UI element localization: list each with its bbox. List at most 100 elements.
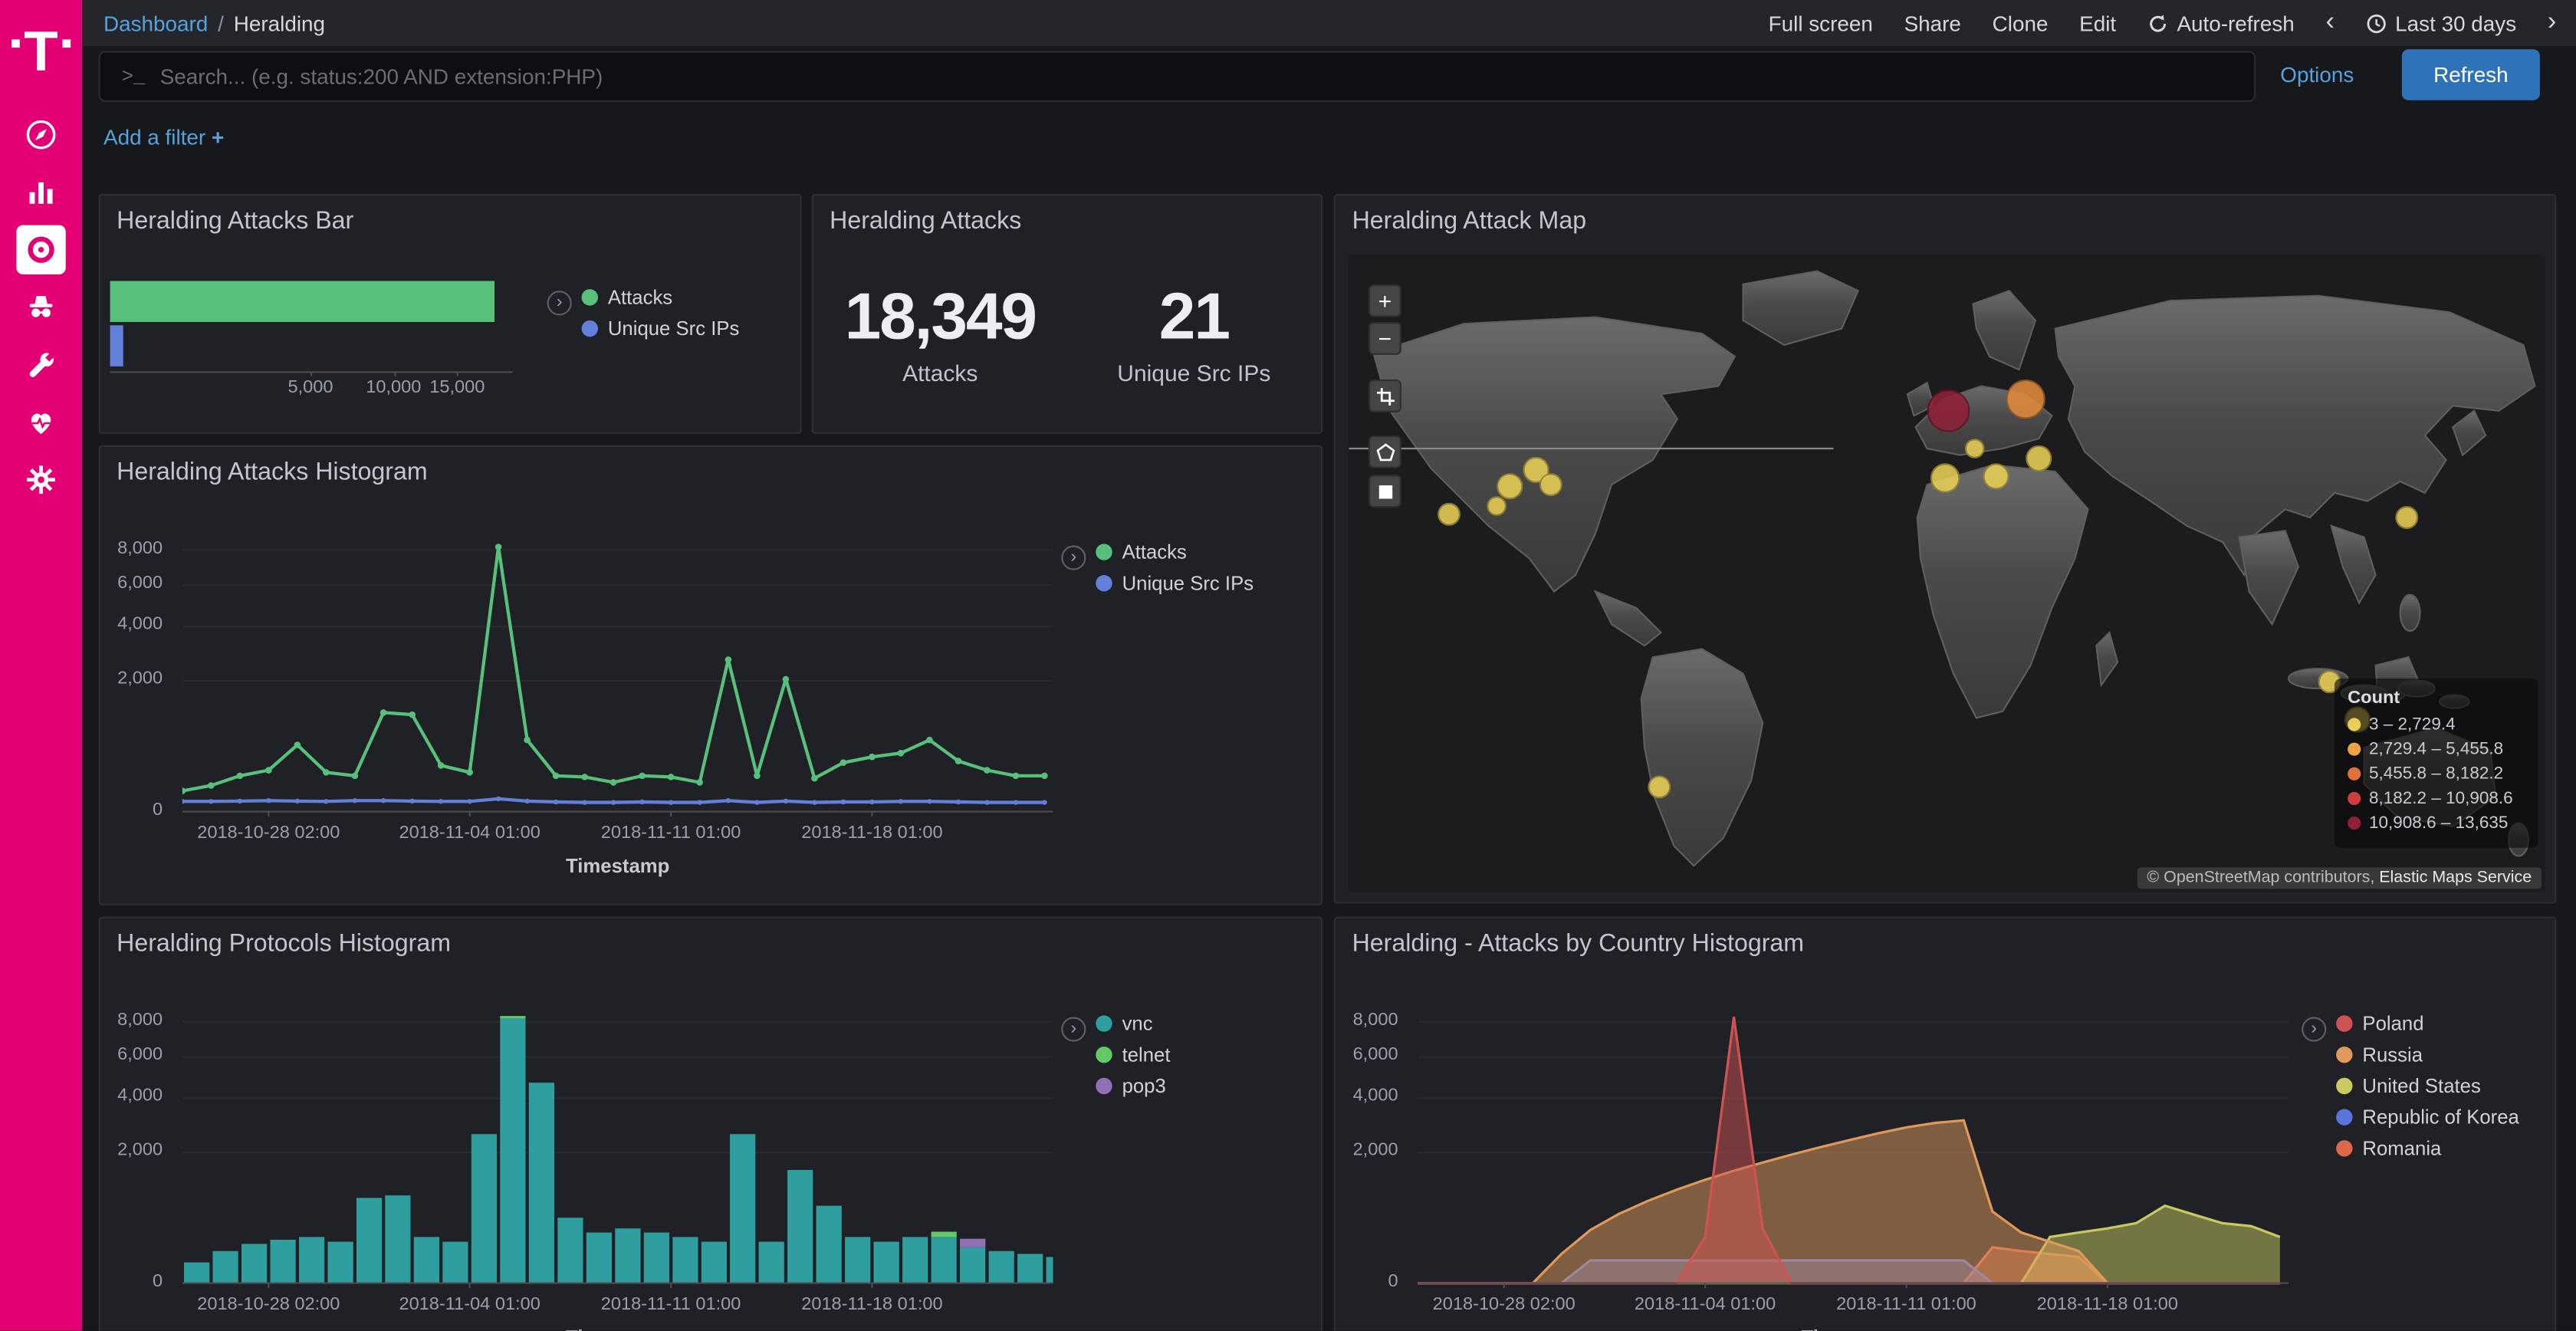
add-filter-link[interactable]: Add a filter +: [104, 125, 224, 150]
auto-refresh-button[interactable]: Auto-refresh: [2147, 11, 2295, 35]
refresh-button[interactable]: Refresh: [2402, 49, 2540, 100]
map-legend-color-dot: [2348, 792, 2361, 805]
legend-item-republic-of-korea[interactable]: Republic of Korea: [2336, 1106, 2519, 1129]
breadcrumb-separator: /: [218, 11, 224, 35]
map-legend-color-dot: [2348, 817, 2361, 830]
kibana-dashboard: T: [0, 0, 2576, 1331]
map-attack-point[interactable]: [1539, 474, 1562, 497]
wrench-icon: [25, 347, 58, 380]
sidebar-item-spy[interactable]: [0, 278, 82, 335]
panel-title: Heralding Protocols Histogram: [100, 919, 1321, 969]
map-attack-point[interactable]: [2396, 506, 2419, 529]
legend-item-telnet[interactable]: telnet: [1096, 1043, 1170, 1066]
search-input[interactable]: [160, 64, 2254, 89]
top-navbar: Dashboard / Heralding Full screen Share …: [82, 0, 2576, 46]
time-forward-chevron[interactable]: ›: [2548, 10, 2556, 36]
options-link[interactable]: Options: [2280, 62, 2354, 87]
map-zoom-in-button[interactable]: +: [1368, 284, 1401, 317]
legend-color-dot: [2336, 1078, 2352, 1094]
legend-label: Attacks: [608, 286, 672, 309]
edit-button[interactable]: Edit: [2079, 11, 2116, 35]
x-axis-tick-label: 2018-11-04 01:00: [1635, 1295, 1776, 1315]
legend-label: Romania: [2362, 1137, 2441, 1160]
map-attack-point[interactable]: [1927, 390, 1970, 433]
map-attack-point[interactable]: [1964, 439, 1984, 459]
legend: Attacks Unique Src IPs: [582, 286, 740, 348]
map-attack-point[interactable]: [2026, 445, 2052, 471]
protocols-histogram-chart: 02,0004,0006,0008,000 2018-10-28 02:0020…: [113, 1001, 1099, 1331]
time-range-picker[interactable]: Last 30 days: [2366, 11, 2517, 35]
map-attack-point[interactable]: [1486, 497, 1506, 517]
bar-attacks[interactable]: [110, 281, 495, 322]
metric-group: 18,349 Attacks 21 Unique Src IPs: [813, 281, 1321, 386]
sidebar-item-settings[interactable]: [0, 450, 82, 508]
legend-color-dot: [2336, 1015, 2352, 1031]
sidebar-item-monitoring[interactable]: [0, 393, 82, 450]
x-axis-tick-label: 2018-10-28 02:00: [197, 823, 340, 843]
telekom-logo[interactable]: T: [0, 0, 82, 105]
map-attack-point[interactable]: [1648, 776, 1671, 799]
world-map[interactable]: + − Count 3 – 2,729.42,729.4 – 5,455.85,…: [1349, 255, 2545, 892]
legend-item-romania[interactable]: Romania: [2336, 1137, 2519, 1160]
legend-color-dot: [2336, 1047, 2352, 1063]
panel-attack-map: Heralding Attack Map: [1334, 194, 2556, 904]
x-axis-tick-label: 2018-11-18 01:00: [801, 1295, 942, 1315]
legend-label: Unique Src IPs: [608, 317, 740, 340]
legend-label: Russia: [2362, 1043, 2423, 1066]
legend-item-russia[interactable]: Russia: [2336, 1043, 2519, 1066]
legend-toggle[interactable]: ›: [2302, 1017, 2326, 1041]
metric-value: 18,349: [813, 281, 1067, 354]
bar-unique-src-ips[interactable]: [110, 325, 123, 366]
sidebar-item-visualize[interactable]: [0, 163, 82, 220]
map-legend-rows: 3 – 2,729.42,729.4 – 5,455.85,455.8 – 8,…: [2348, 715, 2525, 833]
y-axis-tick-label: 8,000: [117, 539, 163, 559]
legend-color-dot: [2336, 1109, 2352, 1125]
legend-item-attacks[interactable]: Attacks: [1096, 541, 1254, 564]
breadcrumb-dashboard-link[interactable]: Dashboard: [104, 11, 208, 35]
legend-toggle[interactable]: ›: [1061, 1017, 1086, 1041]
time-back-chevron[interactable]: ‹: [2325, 10, 2334, 36]
y-axis-tick-label: 4,000: [1353, 1086, 1398, 1106]
map-draw-polygon-button[interactable]: [1368, 435, 1401, 468]
legend: vnc telnet pop3: [1096, 1012, 1170, 1106]
panel-country-histogram: Heralding - Attacks by Country Histogram…: [1334, 917, 2556, 1331]
panel-title: Heralding Attacks: [813, 196, 1321, 246]
map-legend-row: 2,729.4 – 5,455.8: [2348, 739, 2525, 759]
fullscreen-button[interactable]: Full screen: [1769, 11, 1873, 35]
legend-item-unique-src-ips[interactable]: Unique Src IPs: [582, 317, 740, 340]
map-attack-point[interactable]: [1438, 503, 1460, 526]
x-axis: 2018-10-28 02:002018-11-04 01:002018-11-…: [182, 1295, 1053, 1318]
legend-item-attacks[interactable]: Attacks: [582, 286, 740, 309]
map-attack-point[interactable]: [2006, 380, 2045, 419]
y-axis-tick-label: 8,000: [1353, 1011, 1398, 1030]
sidebar-item-tools[interactable]: [0, 335, 82, 393]
legend-item-pop3[interactable]: pop3: [1096, 1074, 1170, 1097]
panel-title: Heralding - Attacks by Country Histogram: [1336, 919, 2555, 969]
clone-button[interactable]: Clone: [1993, 11, 2049, 35]
polygon-icon: [1375, 441, 1396, 462]
map-fit-bounds-button[interactable]: [1368, 380, 1401, 412]
y-axis-tick-label: 0: [1388, 1272, 1398, 1292]
legend-toggle[interactable]: ›: [547, 291, 572, 315]
logo-square-left: [12, 39, 20, 48]
x-axis-tick-label: 2018-11-11 01:00: [601, 823, 741, 843]
legend-item-unique-src-ips[interactable]: Unique Src IPs: [1096, 572, 1254, 595]
legend-item-poland[interactable]: Poland: [2336, 1012, 2519, 1035]
map-draw-rectangle-button[interactable]: [1368, 475, 1401, 508]
share-button[interactable]: Share: [1904, 11, 1961, 35]
legend-label: Republic of Korea: [2362, 1106, 2518, 1129]
sidebar-item-compass[interactable]: [0, 105, 82, 163]
map-attack-point[interactable]: [1983, 463, 2009, 489]
map-zoom-out-button[interactable]: −: [1368, 322, 1401, 355]
map-attack-point[interactable]: [1496, 474, 1522, 500]
metric-attacks: 18,349 Attacks: [813, 281, 1067, 386]
legend-item-vnc[interactable]: vnc: [1096, 1012, 1170, 1035]
query-prompt-icon: >_: [100, 65, 160, 88]
plot-area: [182, 541, 1053, 820]
sidebar-item-dashboard[interactable]: [0, 220, 82, 278]
legend-toggle[interactable]: ›: [1061, 545, 1086, 570]
map-legend-range-label: 2,729.4 – 5,455.8: [2369, 739, 2503, 759]
legend-item-united-states[interactable]: United States: [2336, 1074, 2519, 1097]
map-attack-point[interactable]: [1930, 463, 1960, 493]
breadcrumb-current: Heralding: [234, 11, 325, 35]
